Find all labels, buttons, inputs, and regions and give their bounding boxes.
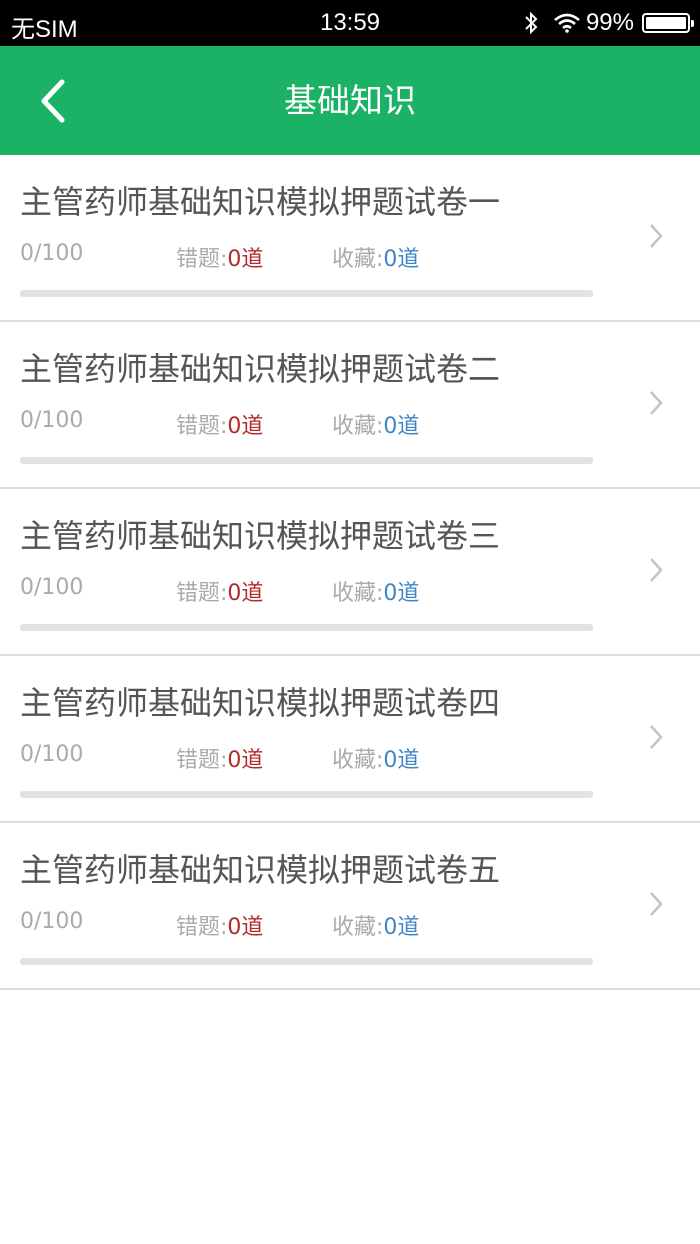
progress-bar [20,457,593,464]
battery-percent: 99% [585,9,634,36]
favorite-count: 收藏:0道 [332,909,419,941]
chevron-right-icon [650,224,663,248]
wifi-icon [554,13,580,33]
battery-icon [642,13,694,33]
list-item[interactable]: 主管药师基础知识模拟押题试卷四 0/100 错题:0道 收藏:0道 [0,656,700,823]
progress-count: 0/100 [20,742,84,767]
status-bar: 无SIM 13:59 99% [0,0,700,46]
wrong-label: 错题: [176,247,228,272]
paper-title: 主管药师基础知识模拟押题试卷五 [20,851,501,889]
chevron-right-icon [650,725,663,749]
chevron-right-icon [650,558,663,582]
paper-list: 主管药师基础知识模拟押题试卷一 0/100 错题:0道 收藏:0道 主管药师基础… [0,155,700,990]
favorite-value: 0道 [383,414,420,439]
paper-stats: 0/100 错题:0道 收藏:0道 [20,909,580,941]
wrong-label: 错题: [176,581,228,606]
paper-stats: 0/100 错题:0道 收藏:0道 [20,575,580,607]
progress-count: 0/100 [20,408,84,433]
page-title: 基础知识 [284,81,416,120]
favorite-label: 收藏: [332,414,384,439]
paper-stats: 0/100 错题:0道 收藏:0道 [20,742,580,774]
wrong-value: 0道 [227,414,264,439]
progress-bar [20,624,593,631]
list-item[interactable]: 主管药师基础知识模拟押题试卷五 0/100 错题:0道 收藏:0道 [0,823,700,990]
progress-bar [20,290,593,297]
list-item[interactable]: 主管药师基础知识模拟押题试卷三 0/100 错题:0道 收藏:0道 [0,489,700,656]
favorite-value: 0道 [383,247,420,272]
list-item[interactable]: 主管药师基础知识模拟押题试卷一 0/100 错题:0道 收藏:0道 [0,155,700,322]
progress-bar [20,958,593,965]
wrong-label: 错题: [176,748,228,773]
wrong-count: 错题:0道 [176,742,263,774]
wrong-count: 错题:0道 [176,909,263,941]
favorite-count: 收藏:0道 [332,575,419,607]
favorite-count: 收藏:0道 [332,742,419,774]
bluetooth-icon [524,11,538,35]
wrong-count: 错题:0道 [176,241,263,273]
paper-title: 主管药师基础知识模拟押题试卷四 [20,684,501,722]
wrong-value: 0道 [227,748,264,773]
paper-title: 主管药师基础知识模拟押题试卷一 [20,183,501,221]
progress-count: 0/100 [20,909,84,934]
progress-bar [20,791,593,798]
navigation-bar: 基础知识 [0,46,700,155]
favorite-value: 0道 [383,581,420,606]
wrong-label: 错题: [176,915,228,940]
favorite-label: 收藏: [332,748,384,773]
paper-stats: 0/100 错题:0道 收藏:0道 [20,408,580,440]
paper-stats: 0/100 错题:0道 收藏:0道 [20,241,580,273]
wrong-label: 错题: [176,414,228,439]
favorite-value: 0道 [383,915,420,940]
paper-title: 主管药师基础知识模拟押题试卷三 [20,517,501,555]
list-item[interactable]: 主管药师基础知识模拟押题试卷二 0/100 错题:0道 收藏:0道 [0,322,700,489]
paper-title: 主管药师基础知识模拟押题试卷二 [20,350,501,388]
wrong-value: 0道 [227,247,264,272]
progress-count: 0/100 [20,241,84,266]
chevron-right-icon [650,892,663,916]
progress-count: 0/100 [20,575,84,600]
favorite-label: 收藏: [332,581,384,606]
wrong-count: 错题:0道 [176,408,263,440]
wrong-count: 错题:0道 [176,575,263,607]
status-icons: 99% [524,9,694,37]
favorite-count: 收藏:0道 [332,241,419,273]
wrong-value: 0道 [227,581,264,606]
favorite-label: 收藏: [332,247,384,272]
favorite-count: 收藏:0道 [332,408,419,440]
favorite-value: 0道 [383,748,420,773]
favorite-label: 收藏: [332,915,384,940]
chevron-right-icon [650,391,663,415]
wrong-value: 0道 [227,915,264,940]
